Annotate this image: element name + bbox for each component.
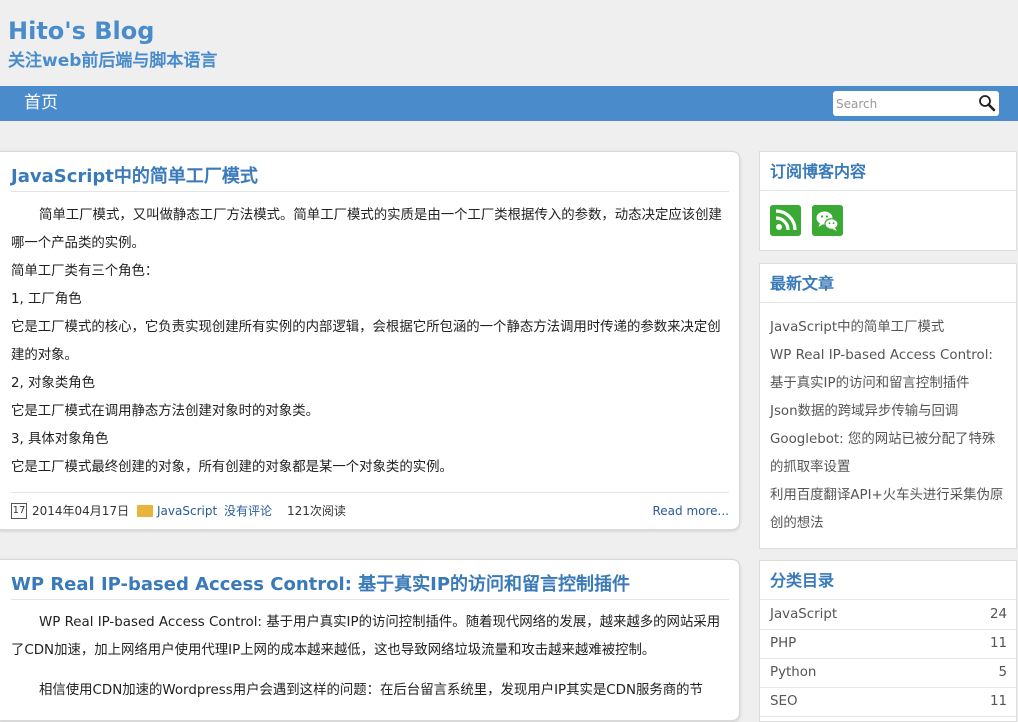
category-item-python[interactable]: Python 5	[760, 658, 1016, 688]
search-box	[833, 91, 999, 116]
widget-title: 最新文章	[770, 274, 835, 293]
comments-link[interactable]: 没有评论	[224, 493, 272, 529]
recent-post-link[interactable]: JavaScript中的简单工厂模式	[770, 314, 1006, 342]
recent-post-link[interactable]: Json数据的跨域异步传输与回调	[770, 398, 1006, 426]
calendar-icon: 17	[11, 502, 27, 519]
post-title[interactable]: WP Real IP-based Access Control: 基于真实IP的…	[11, 572, 630, 598]
read-more-link[interactable]: Read more...	[653, 493, 730, 529]
nav-item-home[interactable]: 首页	[24, 86, 58, 121]
subscribe-widget: 订阅博客内容	[759, 151, 1017, 251]
post-paragraph: 简单工厂类有三个角色：	[11, 264, 159, 279]
site-description: 关注web前后端与脚本语言	[8, 51, 218, 71]
post-excerpt: 简单工厂模式，又叫做静态工厂方法模式。简单工厂模式的实质是由一个工厂类根据传入的…	[11, 202, 727, 482]
post-paragraph: WP Real IP-based Access Control: 基于用户真实I…	[11, 615, 721, 658]
post-paragraph: 它是工厂模式在调用静态方法创建对象时的对象类。	[11, 404, 319, 419]
title-divider	[11, 191, 729, 192]
recent-posts-widget: 最新文章 JavaScript中的简单工厂模式 WP Real IP-based…	[759, 263, 1017, 549]
category-name: PHP	[770, 636, 797, 651]
post-date: 17 2014年04月17日	[11, 493, 129, 529]
post-paragraph: 相信使用CDN加速的Wordpress用户会遇到这样的问题：在后台留言系统里，发…	[39, 683, 703, 698]
category-count: 5	[998, 665, 1007, 680]
post-meta: 17 2014年04月17日 JavaScript 没有评论 121次阅读 Rea…	[11, 492, 729, 529]
recent-posts-list: JavaScript中的简单工厂模式 WP Real IP-based Acce…	[770, 314, 1006, 538]
post-category: JavaScript	[137, 493, 217, 529]
post-paragraph: 简单工厂模式，又叫做静态工厂方法模式。简单工厂模式的实质是由一个工厂类根据传入的…	[11, 208, 722, 251]
post-excerpt: WP Real IP-based Access Control: 基于用户真实I…	[11, 609, 727, 705]
widget-divider	[760, 190, 1016, 191]
post-paragraph: 它是工厂模式最终创建的对象，所有创建的对象都是某一个对象类的实例。	[11, 460, 453, 475]
rss-icon[interactable]	[770, 205, 801, 236]
post-paragraph: 它是工厂模式的核心，它负责实现创建所有实例的内部逻辑，会根据它所包涵的一个静态方…	[11, 320, 721, 363]
wechat-icon[interactable]	[812, 205, 843, 236]
category-link[interactable]: JavaScript	[157, 504, 217, 518]
post-paragraph: 1, 工厂角色	[11, 292, 82, 307]
post-paragraph: 3, 具体对象角色	[11, 432, 109, 447]
post-title[interactable]: JavaScript中的简单工厂模式	[11, 164, 258, 190]
category-item-php[interactable]: PHP 11	[760, 629, 1016, 659]
category-name: Python	[770, 665, 817, 680]
widget-title: 分类目录	[770, 571, 835, 590]
search-input[interactable]	[835, 94, 972, 113]
site-header: Hito's Blog 关注web前后端与脚本语言	[0, 0, 1018, 86]
folder-icon	[137, 504, 153, 517]
widget-divider	[760, 302, 1016, 303]
recent-post-link[interactable]: Googlebot: 您的网站已被分配了特殊的抓取率设置	[770, 426, 1006, 482]
widget-title: 订阅博客内容	[770, 162, 867, 181]
post-card: WP Real IP-based Access Control: 基于真实IP的…	[0, 559, 740, 721]
category-item-seo[interactable]: SEO 11	[760, 687, 1016, 717]
view-count: 121次阅读	[287, 504, 346, 518]
search-icon[interactable]	[978, 94, 996, 112]
post-date-text: 2014年04月17日	[32, 504, 130, 518]
site-title[interactable]: Hito's Blog	[8, 15, 154, 47]
category-item-javascript[interactable]: JavaScript 24	[760, 600, 1016, 630]
recent-post-link[interactable]: 利用百度翻译API+火车头进行采集伪原创的想法	[770, 482, 1006, 538]
category-count: 11	[989, 636, 1007, 651]
post-card: JavaScript中的简单工厂模式 简单工厂模式，又叫做静态工厂方法模式。简单…	[0, 151, 740, 530]
post-paragraph: 2, 对象类角色	[11, 376, 95, 391]
category-count: 24	[989, 607, 1007, 622]
category-name: JavaScript	[770, 607, 838, 622]
recent-post-link[interactable]: WP Real IP-based Access Control: 基于真实IP的…	[770, 342, 1006, 398]
categories-widget: 分类目录 JavaScript 24 PHP 11 Python 5 SEO 1…	[759, 560, 1017, 722]
title-divider	[11, 599, 729, 600]
